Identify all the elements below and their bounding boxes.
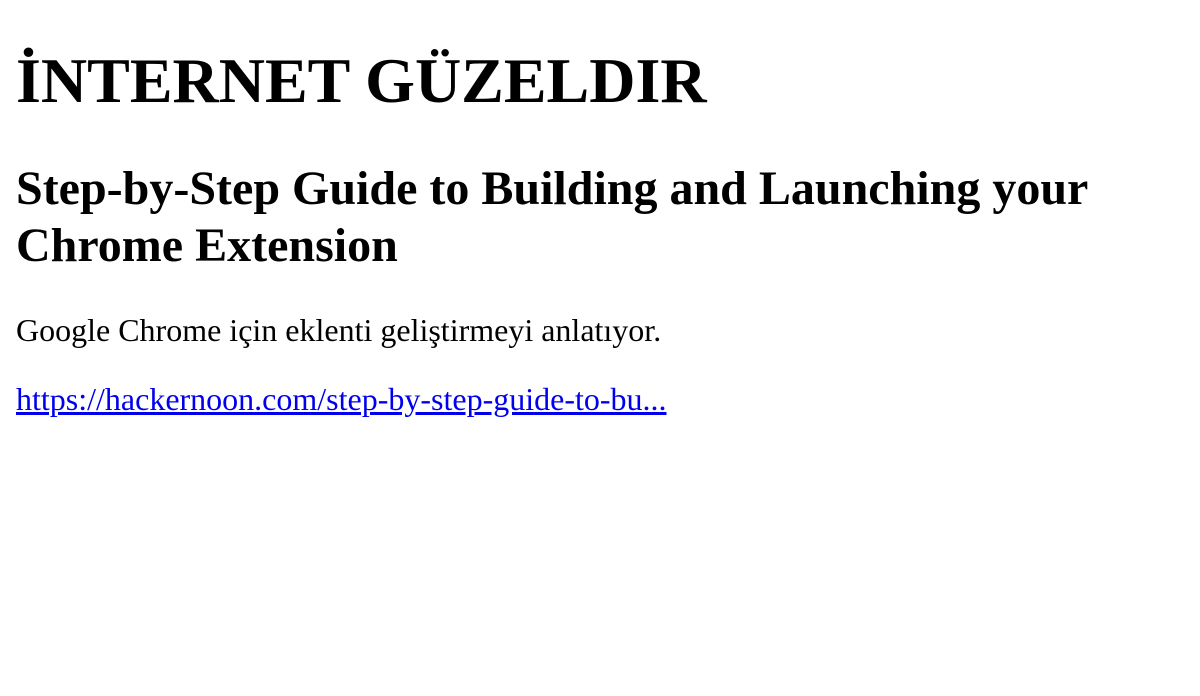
article-link-paragraph: https://hackernoon.com/step-by-step-guid… (16, 380, 667, 418)
article-description: Google Chrome için eklenti geliştirmeyi … (16, 312, 662, 348)
article-title: Step-by-Step Guide to Building and Launc… (16, 162, 1088, 272)
page: İNTERNET GÜZELDIR Step-by-Step Guide to … (0, 0, 1200, 696)
article-link[interactable]: https://hackernoon.com/step-by-step-guid… (16, 381, 667, 417)
site-title: İNTERNET GÜZELDIR (16, 45, 707, 116)
